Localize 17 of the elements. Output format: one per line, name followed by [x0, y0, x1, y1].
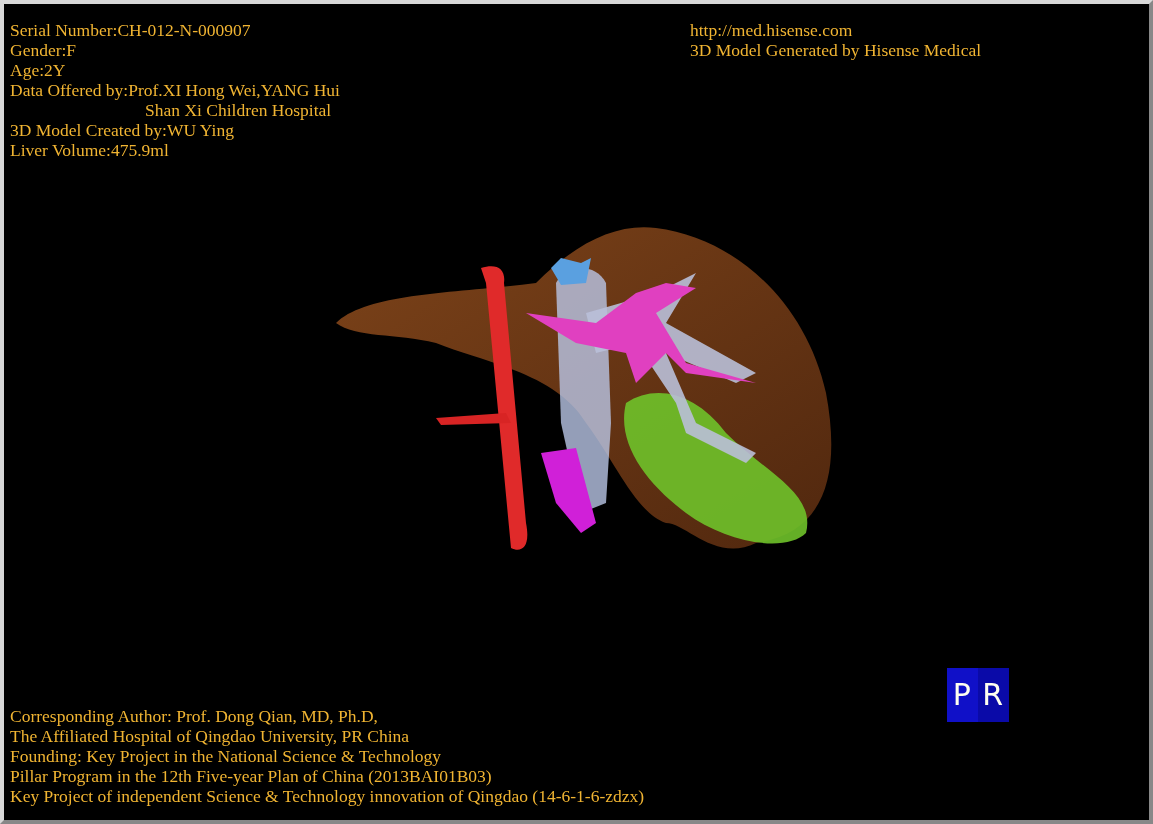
info-text: Serial Number:CH-012-N-000907	[10, 20, 252, 40]
cube-label: R	[982, 678, 1004, 712]
orientation-cube[interactable]: P R	[947, 668, 1009, 722]
credit-text: Corresponding Author: Prof. Dong Qian, MD, Ph.D,	[10, 706, 379, 726]
info-text: Data Offered by:Prof.XI Hong Wei,YANG Hui	[10, 80, 341, 100]
credit-text: Pillar Program in the 12th Five-year Plan of China (2013BAI01B03)	[10, 766, 493, 786]
info-text: 3D Model Created by:WU Ying	[10, 120, 235, 140]
credit-text: Key Project of independent Science & Technology innovation of Qingdao (14-6-1-6-zdzx)	[10, 786, 646, 806]
info-text: http://med.hisense.com	[690, 20, 854, 40]
info-text: Age:2Y	[10, 60, 67, 80]
cube-label: P	[952, 678, 971, 712]
info-text: Shan Xi Children Hospital	[144, 100, 333, 120]
info-text: Gender:F	[10, 40, 78, 60]
credit-text: Founding: Key Project in the National Science & Technology	[10, 746, 442, 766]
credit-text: The Affiliated Hospital of Qingdao University, PR China	[10, 726, 411, 746]
info-text: Liver Volume:475.9ml	[10, 140, 170, 160]
info-text: 3D Model Generated by Hisense Medical	[690, 40, 982, 60]
